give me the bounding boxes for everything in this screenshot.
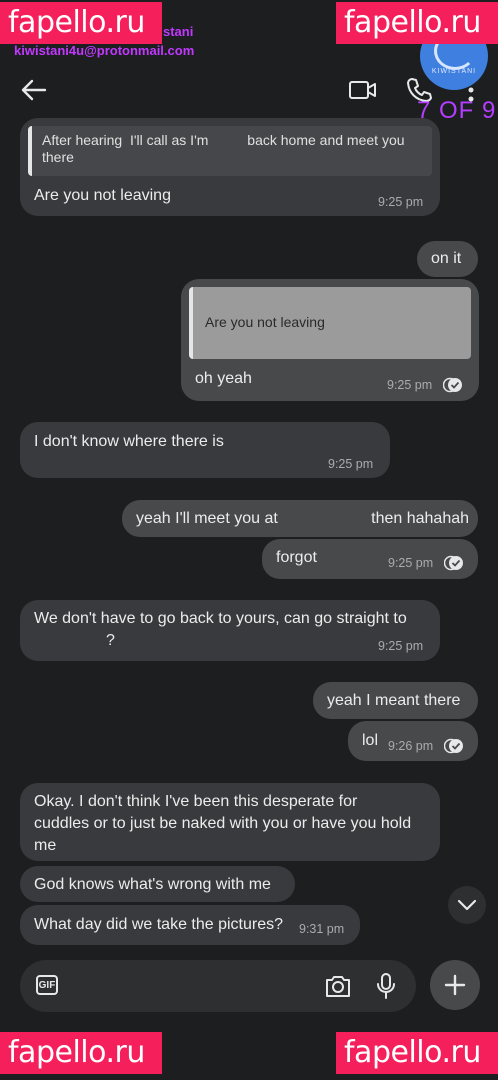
watermark: fapello.ru <box>0 2 162 44</box>
watermark: fapello.ru <box>336 2 498 44</box>
message-bubble-incoming[interactable]: We don't have to go back to yours, can g… <box>20 600 440 661</box>
back-button[interactable] <box>18 74 50 106</box>
microphone-icon[interactable] <box>376 972 396 1000</box>
message-text-line-1: We don't have to go back to yours, can g… <box>34 610 407 627</box>
message-time: 9:25 pm <box>388 556 434 570</box>
quoted-message: After hearing I'll call as I'm back home… <box>28 126 432 176</box>
message-text: forgot <box>276 549 317 566</box>
message-text: I don't know where there is <box>34 433 224 450</box>
message-bubble-incoming[interactable]: Okay. I don't think I've been this despe… <box>20 783 440 861</box>
message-text: on it <box>431 250 462 267</box>
message-text: yeah I'll meet you at then hahahah <box>136 510 470 527</box>
message-bubble-incoming[interactable]: After hearing I'll call as I'm back home… <box>20 118 440 216</box>
quoted-text: Are you not leaving <box>205 314 325 330</box>
message-text-line-2: cuddles or to just be naked with you or … <box>34 815 412 832</box>
message-text: What day did we take the pictures? <box>34 916 284 933</box>
video-call-button[interactable] <box>346 74 380 106</box>
message-bubble-outgoing[interactable]: yeah I'll meet you at then hahahah <box>122 500 478 537</box>
watermark: fapello.ru <box>0 1032 162 1074</box>
message-bubble-outgoing[interactable]: yeah I meant there <box>313 682 478 719</box>
message-time: 9:26 pm <box>388 739 434 753</box>
message-time: 9:25 pm <box>378 195 424 209</box>
back-arrow-icon <box>21 79 47 101</box>
scroll-to-bottom-button[interactable] <box>448 886 486 924</box>
message-bubble-outgoing[interactable]: lol 9:26 pm <box>348 721 478 761</box>
message-text: Are you not leaving <box>34 187 171 204</box>
image-counter: 7 OF 9 <box>417 97 497 124</box>
attach-plus-button[interactable] <box>430 960 480 1010</box>
read-receipt-icon <box>444 555 463 571</box>
message-text-line-2: ? <box>106 632 115 649</box>
message-text-line-1: Okay. I don't think I've been this despe… <box>34 793 358 810</box>
message-bubble-incoming[interactable]: What day did we take the pictures? 9:31 … <box>20 905 360 945</box>
read-receipt-icon <box>444 738 463 754</box>
camera-icon[interactable] <box>324 973 352 999</box>
message-time: 9:25 pm <box>328 457 374 471</box>
message-bubble-incoming[interactable]: I don't know where there is 9:25 pm <box>20 422 390 478</box>
message-text: yeah I meant there <box>327 692 461 709</box>
message-text-line-3: me <box>34 837 57 854</box>
message-text: oh yeah <box>195 370 252 387</box>
quoted-text: After hearing I'll call as I'm back home… <box>42 132 409 165</box>
quoted-message: Are you not leaving <box>189 287 471 359</box>
gif-button[interactable]: GIF <box>36 975 58 995</box>
message-time: 9:25 pm <box>378 639 424 653</box>
message-composer[interactable]: GIF <box>20 960 416 1012</box>
overlay-email: kiwistani4u@protonmail.com <box>14 43 195 58</box>
video-call-icon <box>349 81 376 99</box>
message-bubble-incoming[interactable]: God knows what's wrong with me <box>20 866 295 902</box>
chevron-down-icon <box>457 899 477 911</box>
message-bubble-outgoing[interactable]: Are you not leaving oh yeah 9:25 pm <box>181 279 479 401</box>
plus-icon <box>444 974 466 996</box>
message-text: lol <box>362 732 379 749</box>
message-time: 9:25 pm <box>387 378 433 392</box>
message-bubble-outgoing[interactable]: on it <box>417 241 478 277</box>
logo-text: KIWISTANI <box>431 68 477 75</box>
message-text: God knows what's wrong with me <box>34 876 271 893</box>
message-bubble-outgoing[interactable]: forgot 9:25 pm <box>262 539 478 579</box>
message-time: 9:31 pm <box>299 922 345 936</box>
read-receipt-icon <box>443 377 462 393</box>
watermark: fapello.ru <box>336 1032 498 1074</box>
